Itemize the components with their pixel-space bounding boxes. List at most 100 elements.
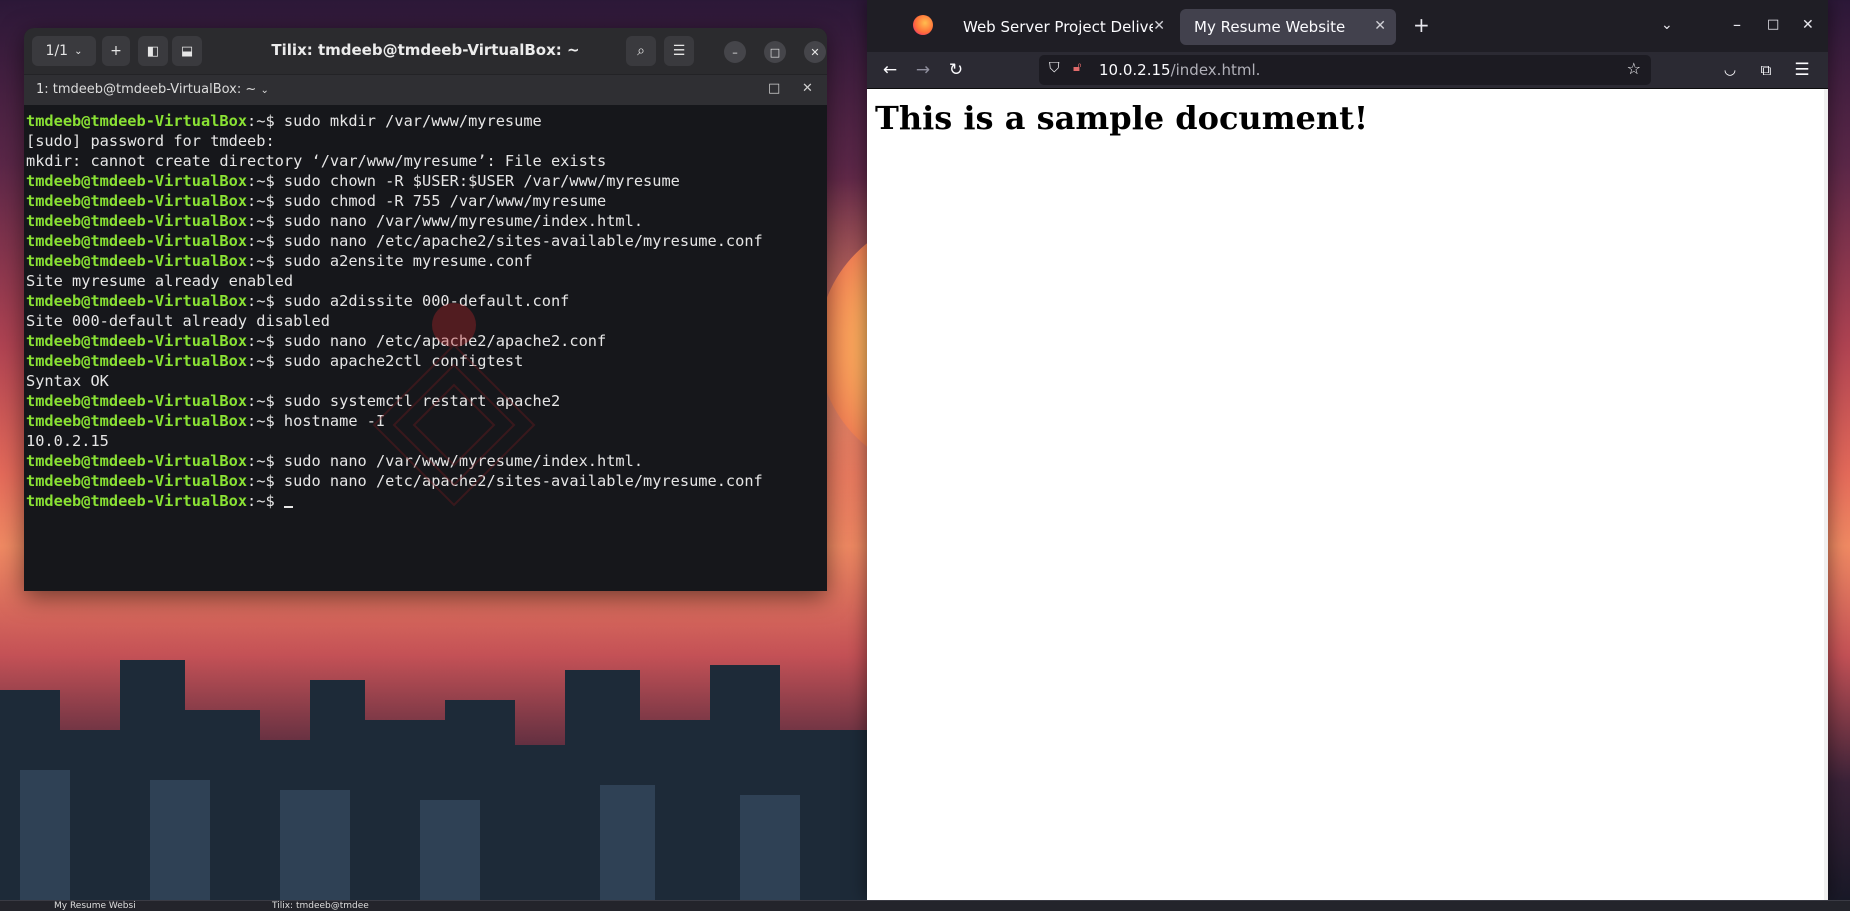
taskbar-item-browser[interactable]: My Resume Websi <box>54 901 254 910</box>
maximize-button[interactable]: □ <box>764 41 786 63</box>
command-output: Site 000-default already disabled <box>26 312 330 330</box>
bookmark-star-icon[interactable]: ☆ <box>1627 59 1641 78</box>
page-heading: This is a sample document! <box>875 99 1368 137</box>
shell-prompt: tmdeeb@tmdeeb-VirtualBox <box>26 172 248 190</box>
terminal-search-button[interactable]: ⌕ <box>626 36 656 66</box>
hamburger-menu-icon[interactable]: ☰ <box>1791 59 1813 81</box>
shell-prompt: tmdeeb@tmdeeb-VirtualBox <box>26 292 248 310</box>
command-output: Site myresume already enabled <box>26 272 294 290</box>
shell-prompt-path: :~$ <box>247 392 284 410</box>
command-output: [sudo] password for tmdeeb: <box>26 132 275 150</box>
shell-prompt-path: :~$ <box>247 232 284 250</box>
terminal-line: tmdeeb@tmdeeb-VirtualBox:~$ sudo nano /v… <box>26 211 827 231</box>
shell-prompt: tmdeeb@tmdeeb-VirtualBox <box>26 212 248 230</box>
reload-icon[interactable]: ↻ <box>945 59 967 81</box>
minimize-icon[interactable]: – <box>1733 15 1741 34</box>
tilix-watermark-logo <box>372 303 536 507</box>
terminal-output[interactable]: tmdeeb@tmdeeb-VirtualBox:~$ sudo mkdir /… <box>24 105 827 591</box>
terminal-line: tmdeeb@tmdeeb-VirtualBox:~$ sudo chown -… <box>26 171 827 191</box>
insecure-lock-icon[interactable]: 🔓︎ <box>1073 60 1081 75</box>
shell-prompt: tmdeeb@tmdeeb-VirtualBox <box>26 452 248 470</box>
forward-icon[interactable]: → <box>912 59 934 81</box>
back-icon[interactable]: ← <box>879 59 901 81</box>
browser-window[interactable]: Web Server Project Deliverab ✕ My Resume… <box>867 0 1828 900</box>
terminal-line: [sudo] password for tmdeeb: <box>26 131 827 151</box>
command-output: mkdir: cannot create directory ‘/var/www… <box>26 152 607 170</box>
split-vertical-icon: ⬓ <box>180 43 194 59</box>
pane-maximize-icon[interactable]: □ <box>768 81 780 96</box>
split-right-button[interactable]: ◧ <box>138 36 168 66</box>
add-session-button[interactable]: + <box>102 36 130 66</box>
web-page-content[interactable]: This is a sample document! <box>867 89 1828 900</box>
shell-command: sudo a2ensite myresume.conf <box>283 252 533 270</box>
extensions-icon[interactable]: ⧉ <box>1755 59 1777 81</box>
maximize-icon[interactable]: □ <box>1767 17 1779 32</box>
shell-prompt: tmdeeb@tmdeeb-VirtualBox <box>26 392 248 410</box>
shell-prompt: tmdeeb@tmdeeb-VirtualBox <box>26 352 248 370</box>
shell-prompt: tmdeeb@tmdeeb-VirtualBox <box>26 332 248 350</box>
terminal-line: tmdeeb@tmdeeb-VirtualBox:~$ sudo mkdir /… <box>26 111 827 131</box>
browser-tab-bar[interactable]: Web Server Project Deliverab ✕ My Resume… <box>867 0 1828 52</box>
url-text[interactable]: 10.0.2.15/index.html. <box>1099 61 1260 79</box>
terminal-window[interactable]: 1/1 ⌄ + ◧ ⬓ Tilix: tmdeeb@tmdeeb-Virtual… <box>24 28 827 591</box>
shell-prompt: tmdeeb@tmdeeb-VirtualBox <box>26 252 248 270</box>
shell-prompt-path: :~$ <box>247 112 284 130</box>
close-tab-icon[interactable]: ✕ <box>1374 18 1386 34</box>
shell-prompt-path: :~$ <box>247 172 284 190</box>
close-tab-icon[interactable]: ✕ <box>1153 18 1165 34</box>
minimize-button[interactable]: – <box>724 41 746 63</box>
shell-prompt: tmdeeb@tmdeeb-VirtualBox <box>26 412 248 430</box>
shell-prompt-path: :~$ <box>247 472 284 490</box>
split-down-button[interactable]: ⬓ <box>172 36 202 66</box>
list-all-tabs-icon[interactable]: ⌄ <box>1661 17 1673 33</box>
shell-prompt-path: :~$ <box>247 212 284 230</box>
pocket-icon[interactable]: ◡ <box>1719 59 1741 81</box>
terminal-pane-title-text: 1: tmdeeb@tmdeeb-VirtualBox: ~ <box>36 82 257 97</box>
chevron-down-icon: ⌄ <box>74 45 83 57</box>
tab-web-server-project[interactable]: Web Server Project Deliverab ✕ <box>949 9 1175 45</box>
pane-close-icon[interactable]: ✕ <box>802 81 813 96</box>
shell-prompt-path: :~$ <box>247 192 284 210</box>
new-tab-icon[interactable]: + <box>1413 13 1430 37</box>
terminal-pane-header[interactable]: 1: tmdeeb@tmdeeb-VirtualBox: ~ ⌄ □ ✕ <box>24 74 827 106</box>
shell-prompt: tmdeeb@tmdeeb-VirtualBox <box>26 492 248 510</box>
hamburger-menu-icon: ☰ <box>672 43 686 59</box>
close-icon: ✕ <box>810 45 820 59</box>
wallpaper-skyline <box>0 660 900 910</box>
url-path: /index.html. <box>1170 61 1261 79</box>
session-switcher-button[interactable]: 1/1 ⌄ <box>32 36 96 66</box>
tab-my-resume-website[interactable]: My Resume Website ✕ <box>1180 9 1396 45</box>
shell-prompt-path: :~$ <box>247 452 284 470</box>
close-icon[interactable]: ✕ <box>1802 17 1814 33</box>
shell-prompt-path: :~$ <box>247 292 284 310</box>
chevron-down-icon: ⌄ <box>260 85 269 96</box>
shield-icon[interactable]: ⛉ <box>1049 60 1060 76</box>
firefox-view-icon[interactable] <box>913 15 933 35</box>
shell-prompt-path: :~$ <box>247 412 284 430</box>
terminal-pane-title: 1: tmdeeb@tmdeeb-VirtualBox: ~ ⌄ <box>36 82 269 97</box>
shell-command: sudo chown -R $USER:$USER /var/www/myres… <box>283 172 680 190</box>
shell-prompt: tmdeeb@tmdeeb-VirtualBox <box>26 232 248 250</box>
shell-prompt-path: :~$ <box>247 332 284 350</box>
terminal-titlebar[interactable]: 1/1 ⌄ + ◧ ⬓ Tilix: tmdeeb@tmdeeb-Virtual… <box>24 28 827 74</box>
shell-prompt: tmdeeb@tmdeeb-VirtualBox <box>26 472 248 490</box>
shell-command: sudo nano /etc/apache2/sites-available/m… <box>283 232 763 250</box>
terminal-menu-button[interactable]: ☰ <box>664 36 694 66</box>
plus-icon: + <box>110 43 122 59</box>
browser-navigation-bar[interactable]: ← → ↻ ⛉ 🔓︎ 10.0.2.15/index.html. ☆ ◡ ⧉ ☰ <box>867 52 1828 89</box>
shell-prompt: tmdeeb@tmdeeb-VirtualBox <box>26 192 248 210</box>
shell-command: sudo mkdir /var/www/myresume <box>283 112 542 130</box>
session-counter: 1/1 <box>45 43 69 59</box>
shell-command: sudo nano /var/www/myresume/index.html. <box>283 212 644 230</box>
close-button[interactable]: ✕ <box>804 41 826 63</box>
url-bar[interactable]: ⛉ 🔓︎ 10.0.2.15/index.html. ☆ <box>1039 55 1651 85</box>
shell-prompt-path: :~$ <box>247 492 284 510</box>
terminal-line: tmdeeb@tmdeeb-VirtualBox:~$ sudo a2ensit… <box>26 251 827 271</box>
taskbar-item-terminal[interactable]: Tilix: tmdeeb@tmdee <box>272 901 472 910</box>
tab-title: My Resume Website <box>1194 18 1346 36</box>
terminal-line: tmdeeb@tmdeeb-VirtualBox:~$ sudo nano /e… <box>26 231 827 251</box>
page-scrollbar[interactable] <box>1824 89 1828 900</box>
shell-prompt-path: :~$ <box>247 352 284 370</box>
terminal-cursor <box>283 506 293 508</box>
terminal-line: mkdir: cannot create directory ‘/var/www… <box>26 151 827 171</box>
